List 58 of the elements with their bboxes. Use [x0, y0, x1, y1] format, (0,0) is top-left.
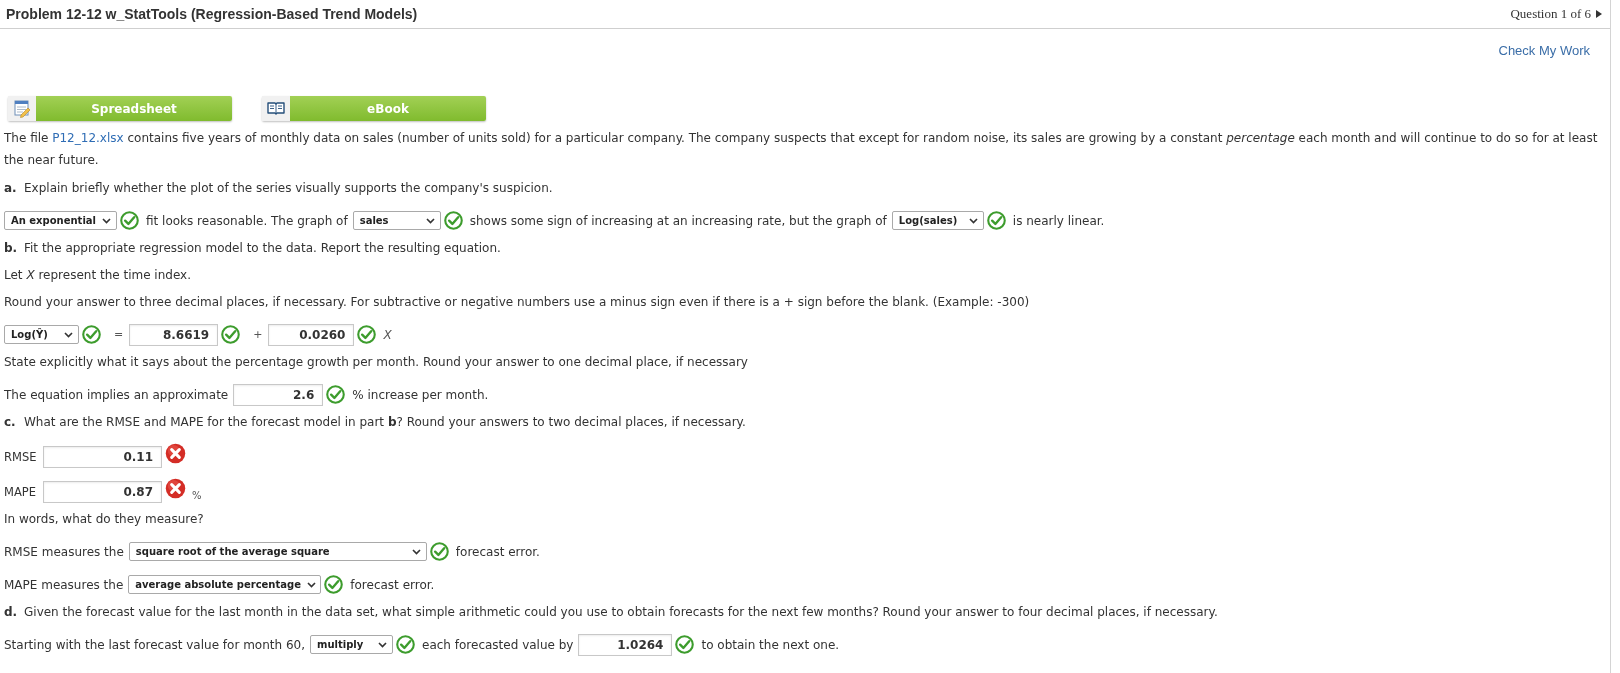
answer-dropdown[interactable]: An exponential [4, 211, 117, 230]
answer-field[interactable]: 0.0260 [268, 323, 355, 346]
chevron-down-icon [102, 217, 111, 224]
answer-text: each forecasted value by [422, 637, 574, 652]
book-icon [262, 96, 290, 121]
answer-dropdown[interactable]: Log(Ŷ) [4, 325, 79, 344]
answer-text: % increase per month. [352, 387, 489, 402]
instruction-text: State explicitly what it says about the percentage growth per month. Round your answer to one decimal place, if necessary [4, 354, 748, 369]
answer-field[interactable]: 8.6619 [129, 323, 219, 346]
answer-text: shows some sign of increasing at an increasing rate, but the graph of [469, 213, 887, 228]
answer-text: fit looks reasonable. The graph of [146, 213, 348, 228]
operator-sign: = [114, 328, 124, 341]
operator-sign: + [253, 328, 263, 341]
unit-label: % [192, 490, 202, 501]
question-text: Given the forecast value for the last month in the data set, what simple arithmetic could you use to obtain forecasts for the next few months? Round your answer to four decimal places, if necessary. [24, 604, 1218, 619]
question-label: a. [4, 180, 18, 195]
instruction-text: In words, what do they measure? [4, 511, 204, 526]
answer-text: to obtain the next one. [701, 637, 840, 652]
spreadsheet-icon [8, 96, 36, 121]
answer-field[interactable]: 0.87 [43, 480, 162, 503]
answer-field[interactable]: 0.11 [43, 445, 162, 468]
intro-paragraph: The file P12_12.xlsx contains five years of monthly data on sales (number of units sold) for a particular company. The company suspects that except for random noise, its sales are growing by a constant percentage each month and will continue to do so for at least the near future. [4, 130, 1599, 169]
answer-text: Starting with the last forecast value for month 60, [4, 637, 306, 652]
field-label: RMSE [4, 449, 38, 464]
chevron-down-icon [306, 581, 316, 588]
question-label: d. [4, 604, 19, 619]
question-text: Fit the appropriate regression model to the data. Report the resulting equation. [24, 240, 501, 255]
answer-text: is nearly linear. [1012, 213, 1105, 228]
instruction-text: Round your answer to three decimal places, if necessary. For subtractive or negative numbers use a minus sign even if there is a + sign before the blank. (Example: -300) [4, 294, 1030, 309]
instruction-text: Let X represent the time index. [4, 267, 191, 282]
problem-title: Problem 12-12 w_StatTools (Regression-Based Trend Models) [6, 6, 418, 22]
file-link[interactable]: P12_12.xlsx [52, 131, 124, 145]
answer-dropdown[interactable]: square root of the average square [128, 542, 427, 561]
answer-dropdown[interactable]: average absolute percentage [128, 575, 322, 594]
question-label: b. [4, 240, 19, 255]
question-counter: Question 1 of 6 [1510, 6, 1591, 22]
answer-text: The equation implies an approximate [4, 387, 229, 402]
answer-text: forecast error. [455, 544, 540, 559]
variable-label: X [383, 327, 392, 342]
chevron-down-icon [425, 217, 435, 224]
answer-field[interactable]: 1.0264 [578, 633, 673, 656]
chevron-down-icon [411, 548, 421, 555]
question-text: Explain briefly whether the plot of the series visually supports the company's suspicion. [24, 180, 553, 195]
field-label: MAPE [4, 484, 37, 499]
answer-dropdown[interactable]: multiply [310, 635, 394, 654]
answer-text: RMSE measures the [4, 544, 124, 559]
triangle-right-icon[interactable] [1596, 10, 1602, 18]
question-text: What are the RMSE and MAPE for the forecast model in part b? Round your answers to two decimal places, if necessary. [24, 414, 746, 429]
answer-field[interactable]: 2.6 [233, 383, 324, 406]
answer-dropdown[interactable]: Log(sales) [891, 211, 984, 230]
answer-dropdown[interactable]: sales [352, 211, 441, 230]
check-my-work-link[interactable]: Check My Work [1498, 42, 1590, 58]
answer-text: forecast error. [350, 577, 435, 592]
chevron-down-icon [968, 217, 978, 224]
chevron-down-icon [378, 641, 388, 648]
question-label: c. [4, 414, 17, 429]
chevron-down-icon [64, 331, 73, 338]
answer-text: MAPE measures the [4, 577, 124, 592]
